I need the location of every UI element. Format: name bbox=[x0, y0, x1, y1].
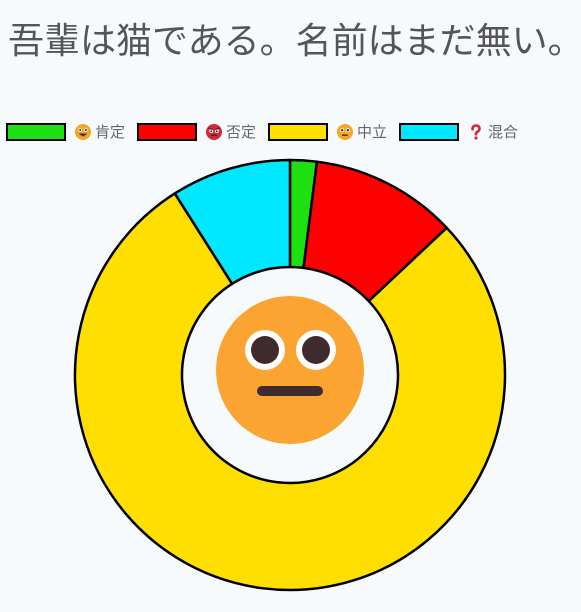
flushed-neutral-face-icon bbox=[216, 296, 364, 444]
doughnut-chart bbox=[73, 158, 507, 592]
